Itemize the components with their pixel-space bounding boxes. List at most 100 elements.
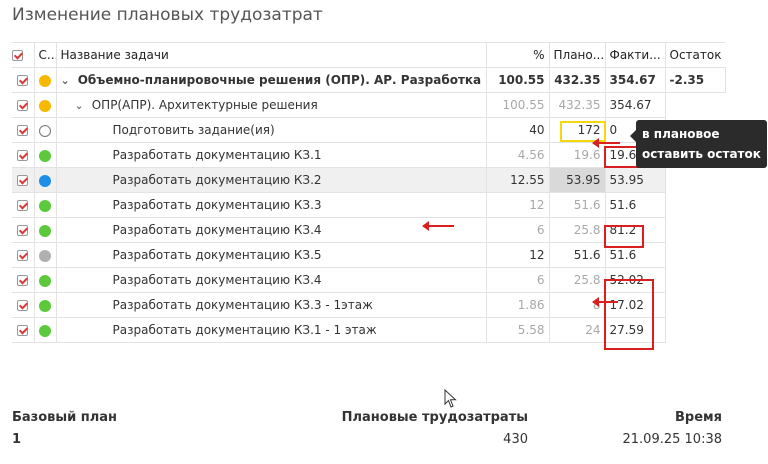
task-name-cell[interactable]: Разработать документацию КЗ.1 - 1 этаж bbox=[56, 317, 487, 343]
row-checkbox-cell[interactable] bbox=[12, 242, 35, 268]
tooltip-line: в плановое bbox=[642, 127, 720, 141]
header-select-all-cell[interactable] bbox=[12, 42, 35, 68]
header-actual[interactable]: Факти... bbox=[605, 42, 666, 68]
row-checkbox-cell[interactable] bbox=[12, 267, 35, 293]
status-cell bbox=[34, 92, 57, 118]
status-cell bbox=[34, 67, 57, 93]
actual-cell: 53.95 bbox=[605, 167, 666, 193]
task-name-cell[interactable]: Подготовить задание(ия) bbox=[56, 117, 487, 143]
remainder-cell bbox=[665, 217, 725, 243]
red-arrow-icon bbox=[592, 138, 620, 148]
row-checkbox-cell[interactable] bbox=[12, 292, 35, 318]
row-checkbox-cell[interactable] bbox=[12, 317, 35, 343]
remainder-cell bbox=[665, 192, 725, 218]
row-checkbox[interactable] bbox=[17, 225, 29, 236]
percent-cell: 6 bbox=[486, 267, 550, 293]
remainder-cell bbox=[665, 167, 725, 193]
percent-cell: 12 bbox=[486, 192, 550, 218]
chevron-down-icon[interactable]: ⌄ bbox=[61, 74, 70, 87]
percent-cell: 40 bbox=[486, 117, 550, 143]
row-checkbox-cell[interactable] bbox=[12, 92, 35, 118]
status-cell bbox=[34, 142, 57, 168]
remainder-cell bbox=[665, 267, 725, 293]
row-checkbox-cell[interactable] bbox=[12, 142, 35, 168]
status-dot-green bbox=[39, 224, 51, 237]
row-checkbox-cell[interactable] bbox=[12, 217, 35, 243]
row-checkbox-cell[interactable] bbox=[12, 117, 35, 143]
actual-cell: 51.6 bbox=[605, 192, 666, 218]
status-dot-green bbox=[39, 299, 51, 312]
percent-cell: 12.55 bbox=[486, 167, 550, 193]
status-dot-green bbox=[39, 274, 51, 287]
task-name-cell[interactable]: ⌄ Объемно-планировочные решения (ОПР). АР… bbox=[56, 67, 487, 93]
chevron-down-icon[interactable]: ⌄ bbox=[75, 99, 84, 112]
plan-cell[interactable]: 51.6 bbox=[549, 192, 606, 218]
planned-value: 430 bbox=[503, 432, 528, 447]
task-name-cell[interactable]: Разработать документацию КЗ.3 bbox=[56, 192, 487, 218]
row-checkbox[interactable] bbox=[17, 250, 29, 261]
table-row[interactable]: Подготовить задание(ия) 40 172 0 bbox=[12, 117, 725, 143]
task-name-cell[interactable]: Разработать документацию КЗ.2 bbox=[56, 167, 487, 193]
row-checkbox-cell[interactable] bbox=[12, 167, 35, 193]
task-name-cell[interactable]: Разработать документацию КЗ.1 bbox=[56, 142, 487, 168]
status-cell bbox=[34, 267, 57, 293]
table-row-selected[interactable]: Разработать документацию КЗ.2 12.55 53.9… bbox=[12, 167, 725, 193]
actual-cell: 354.67 bbox=[605, 67, 666, 93]
row-checkbox[interactable] bbox=[17, 75, 29, 86]
remainder-cell: -2.35 bbox=[665, 67, 726, 93]
row-checkbox[interactable] bbox=[17, 125, 29, 136]
plan-cell[interactable]: 53.95 bbox=[549, 167, 606, 193]
table-row[interactable]: Разработать документацию КЗ.3 12 51.6 51… bbox=[12, 192, 725, 218]
percent-cell: 1.86 bbox=[486, 292, 550, 318]
task-name-cell[interactable]: Разработать документацию КЗ.4 bbox=[56, 267, 487, 293]
percent-cell: 5.58 bbox=[486, 317, 550, 343]
red-arrow-icon bbox=[592, 297, 618, 307]
header-percent[interactable]: % bbox=[486, 42, 550, 68]
status-cell bbox=[34, 292, 57, 318]
header-row: С... Название задачи % Плано... Факти...… bbox=[12, 42, 725, 68]
header-status[interactable]: С... bbox=[34, 42, 57, 68]
table-row[interactable]: ⌄ ОПР(АПР). Архитектурные решения 100.55 … bbox=[12, 92, 725, 118]
mouse-cursor-icon bbox=[444, 389, 457, 408]
select-all-checkbox[interactable] bbox=[12, 50, 23, 61]
yellow-highlight-box bbox=[560, 121, 606, 142]
row-checkbox[interactable] bbox=[17, 200, 29, 211]
task-name-cell[interactable]: ⌄ ОПР(АПР). Архитектурные решения bbox=[56, 92, 487, 118]
row-checkbox-cell[interactable] bbox=[12, 67, 35, 93]
plan-cell[interactable]: 432.35 bbox=[549, 67, 606, 93]
row-checkbox[interactable] bbox=[17, 100, 29, 111]
header-task-name[interactable]: Название задачи bbox=[56, 42, 487, 68]
status-dot-green bbox=[39, 324, 51, 337]
row-checkbox[interactable] bbox=[17, 300, 29, 311]
row-checkbox[interactable] bbox=[17, 275, 29, 286]
status-dot-yellow bbox=[39, 74, 51, 87]
task-name-cell[interactable]: Разработать документацию КЗ.3 - 1этаж bbox=[56, 292, 487, 318]
tooltip-line: оставить остаток bbox=[642, 147, 761, 161]
row-checkbox[interactable] bbox=[17, 150, 29, 161]
red-highlight-box bbox=[604, 225, 644, 248]
remainder-cell bbox=[665, 92, 725, 118]
red-highlight-box bbox=[604, 279, 654, 350]
plan-cell[interactable]: 51.6 bbox=[549, 242, 606, 268]
row-checkbox[interactable] bbox=[17, 175, 29, 186]
actual-cell: 354.67 bbox=[605, 92, 666, 118]
plan-cell[interactable]: 25.8 bbox=[549, 217, 606, 243]
header-remainder[interactable]: Остаток bbox=[665, 42, 725, 68]
header-plan[interactable]: Плано... bbox=[549, 42, 606, 68]
row-checkbox[interactable] bbox=[17, 325, 29, 336]
plan-cell[interactable]: 24 bbox=[549, 317, 606, 343]
remainder-cell bbox=[665, 292, 725, 318]
plan-cell[interactable]: 25.8 bbox=[549, 267, 606, 293]
status-dot-yellow bbox=[39, 99, 51, 112]
plan-cell[interactable]: 432.35 bbox=[549, 92, 606, 118]
status-dot-blue bbox=[39, 174, 51, 187]
baseline-value: 1 bbox=[12, 432, 22, 447]
baseline-label: Базовый план bbox=[12, 410, 118, 425]
percent-cell: 100.55 bbox=[486, 92, 550, 118]
row-checkbox-cell[interactable] bbox=[12, 192, 35, 218]
status-cell bbox=[34, 117, 57, 143]
status-dot-gray bbox=[39, 249, 51, 262]
task-name-cell[interactable]: Разработать документацию КЗ.5 bbox=[56, 242, 487, 268]
table-row[interactable]: ⌄ Объемно-планировочные решения (ОПР). АР… bbox=[12, 67, 726, 93]
status-dot-empty bbox=[39, 124, 51, 137]
